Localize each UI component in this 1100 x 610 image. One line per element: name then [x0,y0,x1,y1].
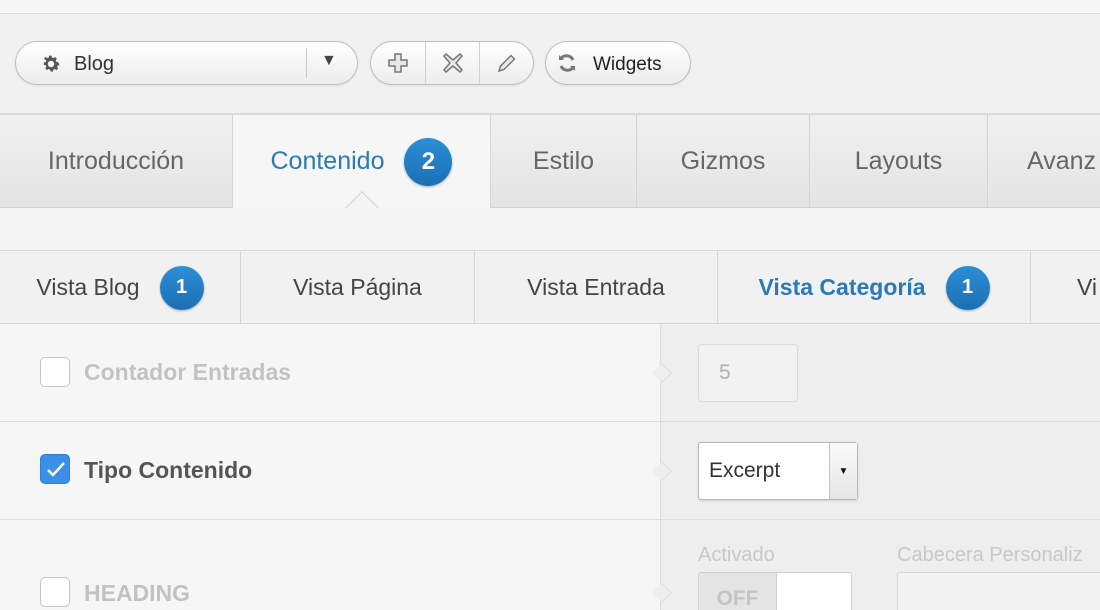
option-row-contador: Contador Entradas 5 [0,324,1100,422]
subtab-label: Vista Entrada [527,274,665,300]
widgets-button[interactable]: Widgets [545,41,691,85]
tipo-select-value: Excerpt [709,459,781,482]
heading-label: HEADING [84,580,191,606]
subtab-vista-categoria[interactable]: Vista Categoría 1 [718,251,1031,324]
subtab-label: Vista Categoría [758,274,926,300]
tab-label: Layouts [854,147,943,175]
tab-label: Contenido [270,147,385,175]
add-layout-button[interactable] [371,42,425,84]
cabecera-input[interactable] [897,572,1100,610]
edit-layout-button[interactable] [479,42,533,84]
count-badge: 1 [945,265,990,310]
toolbar: Blog ▼ Widgets [0,14,1100,114]
layout-select-value: Blog [74,53,115,75]
refresh-icon [559,54,575,72]
tab-label: Estilo [532,147,595,175]
tab-label: Introducción [47,147,185,175]
cabecera-label: Cabecera Personaliz [897,544,1083,566]
toggle-off-state: OFF [699,573,777,610]
pencil-icon [497,54,516,73]
select-arrow-icon: ▼ [829,443,857,499]
tab-label: Gizmos [680,147,766,175]
contador-checkbox[interactable] [40,357,70,387]
dropdown-arrow-icon[interactable]: ▼ [321,52,337,70]
plus-icon [388,53,408,73]
contador-label: Contador Entradas [84,359,292,385]
heading-checkbox[interactable] [40,577,70,607]
subtab-more[interactable]: Vi [1031,251,1100,324]
gear-icon [43,55,60,72]
tipo-checkbox[interactable] [40,454,70,484]
subtab-label: Vista Página [293,274,422,300]
count-badge: 2 [404,137,453,186]
main-tabs: Introducción Contenido 2 Estilo Gizmos L… [0,114,1100,208]
subtab-label: Vi [1077,274,1098,300]
activado-toggle[interactable]: OFF [698,572,852,610]
subtab-vista-pagina[interactable]: Vista Página [241,251,475,324]
tab-introduccion[interactable]: Introducción [0,115,233,208]
contador-input[interactable]: 5 [698,344,798,402]
top-strip [0,0,1100,14]
subtab-label: Vista Blog [36,274,140,300]
subtab-vista-entrada[interactable]: Vista Entrada [475,251,718,324]
checkmark-icon [47,462,65,477]
activado-label: Activado [698,544,775,566]
tab-layouts[interactable]: Layouts [810,115,988,208]
tipo-label: Tipo Contenido [84,457,253,483]
subtab-vista-blog[interactable]: Vista Blog 1 [0,251,241,324]
tab-gizmos[interactable]: Gizmos [637,115,810,208]
remove-layout-button[interactable] [425,42,479,84]
layout-select[interactable]: Blog ▼ [15,41,358,85]
tab-avanzado[interactable]: Avanz [988,115,1100,208]
tab-estilo[interactable]: Estilo [491,115,637,208]
sub-tabs: Vista Blog 1 Vista Página Vista Entrada … [0,250,1100,324]
tab-label: Avanz [1027,147,1097,175]
layout-actions [370,41,534,85]
x-icon [442,52,463,74]
count-badge: 1 [159,265,204,310]
option-row-tipo: Tipo Contenido Excerpt ▼ [0,422,1100,520]
tipo-select[interactable]: Excerpt ▼ [698,442,858,500]
select-divider [306,48,307,78]
widgets-label: Widgets [593,54,662,75]
